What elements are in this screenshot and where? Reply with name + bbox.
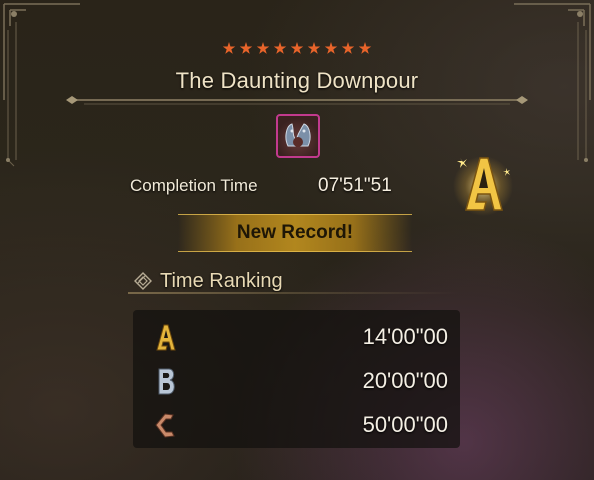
completion-time-label: Completion Time <box>130 176 258 195</box>
rank-a-badge-icon <box>453 156 513 216</box>
time-ranking-heading: Time Ranking <box>160 269 283 292</box>
star-icon <box>273 42 287 54</box>
rank-a-icon <box>156 324 176 351</box>
rank-b-icon <box>158 368 175 395</box>
section-divider <box>128 292 458 294</box>
rank-row-c: 50'00"00 <box>133 404 460 444</box>
rank-c-icon <box>155 413 175 438</box>
new-record-label: New Record! <box>236 222 354 243</box>
star-icon <box>307 42 321 54</box>
quest-star-rating <box>0 40 594 59</box>
quest-title: The Daunting Downpour <box>175 68 419 93</box>
star-icon <box>341 42 355 54</box>
rank-b-time: 20'00"00 <box>362 368 448 393</box>
rank-row-a: 14'00"00 <box>133 316 460 356</box>
star-icon <box>324 42 338 54</box>
star-icon <box>222 42 236 54</box>
star-icon <box>358 42 372 54</box>
time-ranking-table: 14'00"00 20'00"00 50'00"00 <box>133 310 460 448</box>
rank-a-time: 14'00"00 <box>362 324 448 349</box>
star-icon <box>256 42 270 54</box>
ranking-icon <box>134 272 152 290</box>
monster-icon <box>276 114 320 158</box>
new-record-banner: New Record! <box>178 214 412 252</box>
completion-time-value: 07'51"51 <box>318 175 392 196</box>
star-icon <box>290 42 304 54</box>
star-icon <box>239 42 253 54</box>
quest-result-panel: The Daunting Downpour Completion Time 07… <box>0 0 594 480</box>
rank-row-b: 20'00"00 <box>133 360 460 400</box>
rank-c-time: 50'00"00 <box>362 412 448 437</box>
